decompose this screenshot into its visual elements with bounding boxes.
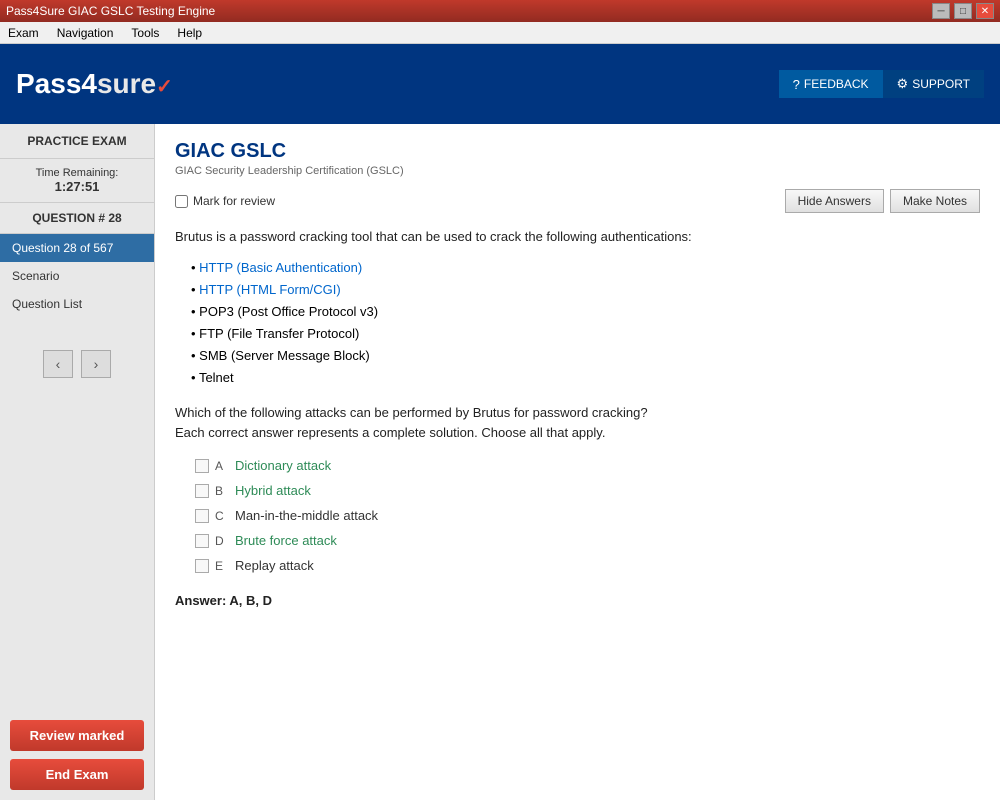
main-layout: PRACTICE EXAM Time Remaining: 1:27:51 QU… bbox=[0, 124, 1000, 800]
gear-icon: ⚙ bbox=[897, 76, 909, 92]
practice-exam-label: PRACTICE EXAM bbox=[0, 124, 154, 159]
mark-review-left: Mark for review bbox=[175, 194, 275, 208]
prev-button[interactable]: ‹ bbox=[43, 350, 73, 378]
option-c: C Man-in-the-middle attack bbox=[195, 508, 980, 523]
sub-question: Which of the following attacks can be pe… bbox=[175, 403, 980, 442]
menu-item-tools[interactable]: Tools bbox=[127, 25, 163, 41]
mark-review-label: Mark for review bbox=[193, 194, 275, 208]
sidebar: PRACTICE EXAM Time Remaining: 1:27:51 QU… bbox=[0, 124, 155, 800]
question-intro: Brutus is a password cracking tool that … bbox=[175, 227, 980, 247]
hide-answers-button[interactable]: Hide Answers bbox=[785, 189, 884, 213]
question-icon: ? bbox=[793, 77, 800, 92]
close-button[interactable]: ✕ bbox=[976, 3, 994, 19]
time-label: Time Remaining: bbox=[4, 167, 150, 179]
exam-subtitle: GIAC Security Leadership Certification (… bbox=[175, 165, 980, 177]
mark-review-checkbox[interactable] bbox=[175, 195, 188, 208]
option-a: A Dictionary attack bbox=[195, 458, 980, 473]
time-value: 1:27:51 bbox=[4, 179, 150, 194]
sidebar-item-question28[interactable]: Question 28 of 567 bbox=[0, 234, 154, 262]
review-marked-button[interactable]: Review marked bbox=[10, 720, 144, 751]
logo-text: Pass4sure✓ bbox=[16, 68, 173, 100]
titlebar-controls: ─ □ ✕ bbox=[932, 3, 994, 19]
logo-area: Pass4sure✓ bbox=[16, 68, 173, 100]
option-d-letter: D bbox=[215, 534, 229, 548]
titlebar-title: Pass4Sure GIAC GSLC Testing Engine bbox=[6, 4, 215, 18]
feedback-button[interactable]: ? FEEDBACK bbox=[779, 70, 883, 98]
answer-line: Answer: A, B, D bbox=[175, 593, 980, 608]
sidebar-bottom: Review marked End Exam bbox=[0, 710, 154, 800]
option-e-checkbox[interactable] bbox=[195, 559, 209, 573]
auth-item-1: HTTP (HTML Form/CGI) bbox=[191, 279, 980, 301]
option-b-checkbox[interactable] bbox=[195, 484, 209, 498]
menu-item-navigation[interactable]: Navigation bbox=[53, 25, 118, 41]
option-c-checkbox[interactable] bbox=[195, 509, 209, 523]
content-area: GIAC GSLC GIAC Security Leadership Certi… bbox=[155, 124, 1000, 800]
option-b-letter: B bbox=[215, 484, 229, 498]
auth-item-4: SMB (Server Message Block) bbox=[191, 345, 980, 367]
maximize-button[interactable]: □ bbox=[954, 3, 972, 19]
option-d-checkbox[interactable] bbox=[195, 534, 209, 548]
minimize-button[interactable]: ─ bbox=[932, 3, 950, 19]
auth-item-0: HTTP (Basic Authentication) bbox=[191, 257, 980, 279]
next-button[interactable]: › bbox=[81, 350, 111, 378]
exam-title: GIAC GSLC bbox=[175, 140, 980, 163]
menu-item-help[interactable]: Help bbox=[173, 25, 206, 41]
option-a-letter: A bbox=[215, 459, 229, 473]
top-header: Pass4sure✓ ? FEEDBACK ⚙ SUPPORT bbox=[0, 44, 1000, 124]
mark-review-row: Mark for review Hide Answers Make Notes bbox=[175, 189, 980, 213]
option-d-text: Brute force attack bbox=[235, 533, 337, 548]
option-d: D Brute force attack bbox=[195, 533, 980, 548]
option-e-letter: E bbox=[215, 559, 229, 573]
auth-list: HTTP (Basic Authentication) HTTP (HTML F… bbox=[191, 257, 980, 390]
option-c-letter: C bbox=[215, 509, 229, 523]
option-b-text: Hybrid attack bbox=[235, 483, 311, 498]
end-exam-button[interactable]: End Exam bbox=[10, 759, 144, 790]
option-a-checkbox[interactable] bbox=[195, 459, 209, 473]
menubar: Exam Navigation Tools Help bbox=[0, 22, 1000, 44]
sidebar-item-question-list[interactable]: Question List bbox=[0, 290, 154, 318]
sidebar-item-scenario[interactable]: Scenario bbox=[0, 262, 154, 290]
option-e-text: Replay attack bbox=[235, 558, 314, 573]
titlebar: Pass4Sure GIAC GSLC Testing Engine ─ □ ✕ bbox=[0, 0, 1000, 22]
option-a-text: Dictionary attack bbox=[235, 458, 331, 473]
make-notes-button[interactable]: Make Notes bbox=[890, 189, 980, 213]
auth-item-2: POP3 (Post Office Protocol v3) bbox=[191, 301, 980, 323]
time-remaining-area: Time Remaining: 1:27:51 bbox=[0, 159, 154, 203]
header-buttons: ? FEEDBACK ⚙ SUPPORT bbox=[779, 70, 984, 98]
auth-item-5: Telnet bbox=[191, 367, 980, 389]
menu-item-exam[interactable]: Exam bbox=[4, 25, 43, 41]
question-number: QUESTION # 28 bbox=[0, 203, 154, 234]
option-b: B Hybrid attack bbox=[195, 483, 980, 498]
auth-item-3: FTP (File Transfer Protocol) bbox=[191, 323, 980, 345]
support-button[interactable]: ⚙ SUPPORT bbox=[883, 70, 984, 98]
option-c-text: Man-in-the-middle attack bbox=[235, 508, 378, 523]
nav-arrows: ‹ › bbox=[0, 338, 154, 390]
option-e: E Replay attack bbox=[195, 558, 980, 573]
action-buttons: Hide Answers Make Notes bbox=[785, 189, 980, 213]
